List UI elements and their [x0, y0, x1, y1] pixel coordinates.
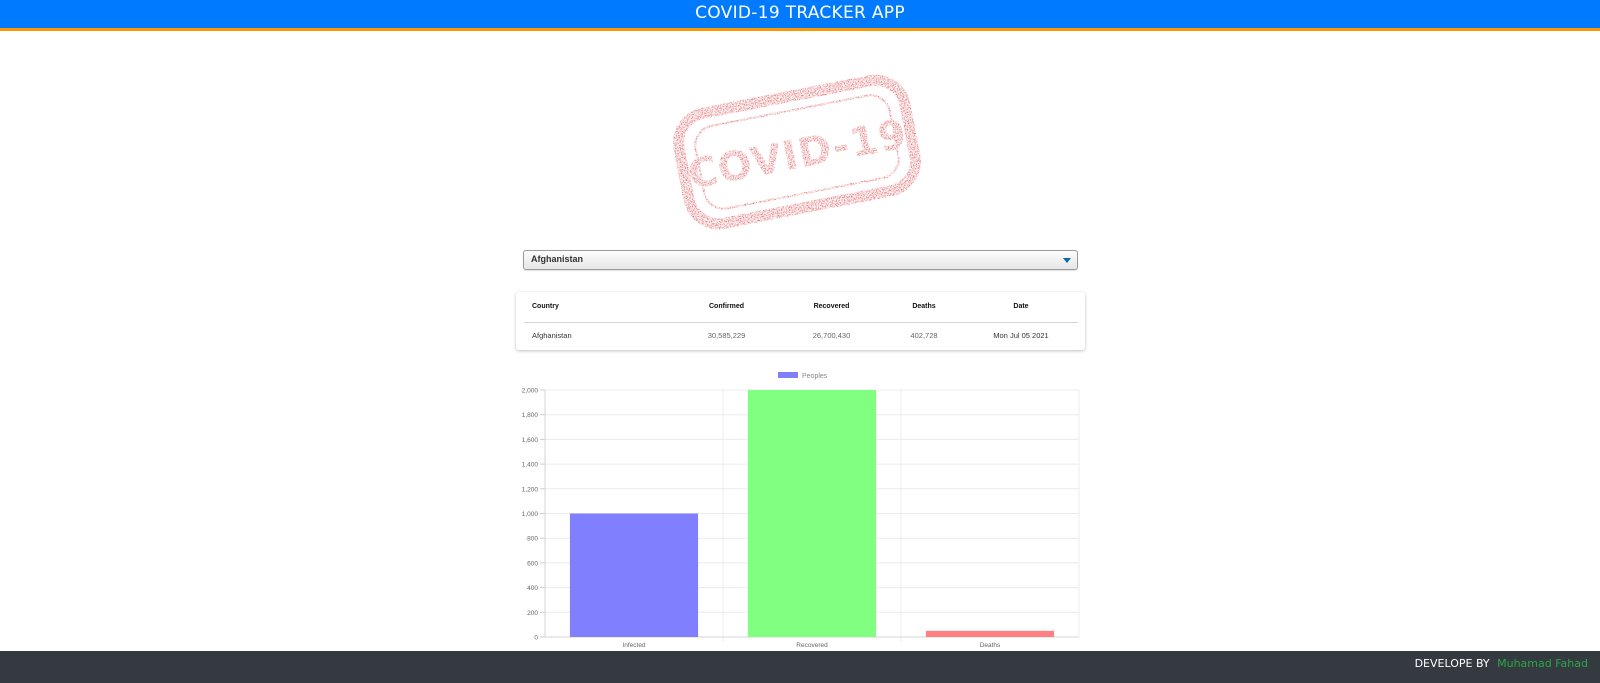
y-tick-label: 800 — [527, 536, 538, 543]
x-tick-label: Infected — [622, 642, 646, 649]
table-header-row: Country Confirmed Recovered Deaths Date — [524, 292, 1078, 323]
footer-author-link[interactable]: Muhamad Fahad — [1497, 657, 1588, 670]
chevron-down-icon — [1063, 258, 1071, 263]
app-title: COVID-19 TRACKER APP — [695, 3, 905, 23]
country-select[interactable]: Afghanistan — [523, 250, 1078, 270]
column-header-confirmed: Confirmed — [674, 292, 779, 323]
cell-deaths: 402,728 — [910, 331, 938, 341]
column-header-deaths: Deaths — [884, 292, 964, 323]
x-tick-label: Recovered — [796, 642, 828, 649]
column-header-recovered: Recovered — [779, 292, 884, 323]
y-tick-label: 0 — [534, 635, 538, 642]
y-tick-label: 2,000 — [522, 388, 539, 395]
cell-country: Afghanistan — [532, 331, 572, 341]
footer-label: DEVELOPE BY — [1414, 657, 1490, 670]
x-tick-label: Deaths — [980, 642, 1001, 649]
y-tick-label: 400 — [527, 585, 538, 592]
y-tick-label: 1,400 — [522, 462, 539, 469]
chart-svg: Peoples 0 200 400 600 800 1,000 1,200 1,400 1,600… — [522, 372, 1080, 649]
country-select-value: Afghanistan — [531, 254, 584, 264]
table-row: Afghanistan 30,585,229 26,700,430 402,72… — [524, 322, 1078, 349]
cell-confirmed: 30,585,229 — [707, 331, 746, 341]
column-header-date: Date — [964, 292, 1078, 323]
y-tick-label: 200 — [527, 610, 538, 617]
legend-label: Peoples — [802, 373, 828, 380]
y-tick-label: 600 — [527, 560, 538, 567]
app-footer: DEVELOPE BY Muhamad Fahad — [0, 651, 1600, 683]
cases-bar-chart: Peoples 0 200 400 600 800 1,000 1,200 1,400 1,600… — [510, 372, 1085, 652]
legend-swatch — [778, 372, 798, 378]
country-stats-table: Country Confirmed Recovered Deaths Date … — [516, 292, 1085, 350]
bar-infected — [569, 513, 699, 637]
y-tick-label: 1,200 — [522, 486, 539, 493]
app-header: COVID-19 TRACKER APP — [0, 0, 1600, 31]
cell-recovered: 26,700,430 — [812, 331, 851, 341]
bar-deaths — [925, 630, 1055, 637]
column-header-country: Country — [524, 292, 674, 323]
footer-credit: DEVELOPE BY Muhamad Fahad — [1415, 657, 1588, 670]
covid-stamp-logo: COVID-19 — [672, 72, 922, 232]
cell-date: Mon Jul 05 2021 — [993, 331, 1049, 341]
y-tick-label: 1,000 — [522, 511, 539, 518]
y-tick-label: 1,600 — [522, 437, 539, 444]
bar-recovered — [747, 390, 877, 637]
y-tick-label: 1,800 — [522, 412, 539, 419]
